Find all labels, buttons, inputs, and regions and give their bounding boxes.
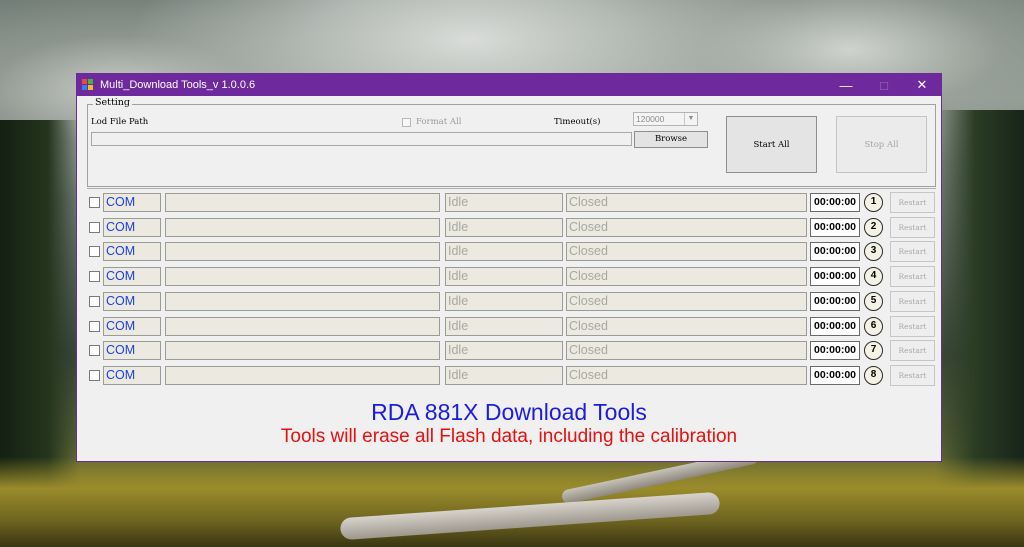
progress-bar [165,217,440,237]
status-field: Closed [566,193,807,212]
port-checkbox[interactable] [89,271,100,283]
elapsed-time: 00:00:00 [810,316,860,336]
status-field: Closed [566,217,807,237]
window-title: Multi_Download Tools_v 1.0.0.6 [100,79,256,91]
com-port-field: COM [103,193,161,212]
port-row: COM Idle Closed 00:00:00 2 Restart [89,216,937,238]
elapsed-time: 00:00:00 [810,341,860,361]
progress-bar [165,341,440,361]
state-field: Idle [445,242,563,262]
restart-button[interactable]: Restart [890,192,935,213]
app-icon [82,79,94,91]
port-row: COM Idle Closed 00:00:00 7 Restart [89,340,937,362]
port-checkbox[interactable] [89,246,100,258]
port-checkbox[interactable] [89,197,100,208]
com-port-field: COM [103,267,161,287]
com-port-field: COM [103,316,161,336]
elapsed-time: 00:00:00 [810,267,860,287]
port-number-badge: 3 [864,242,883,262]
elapsed-time: 00:00:00 [810,291,860,311]
port-checkbox[interactable] [89,369,100,381]
timeout-label: Timeout(s) [554,117,601,127]
setting-group-label: Setting [93,97,133,108]
lod-file-path-label: Lod File Path [91,117,149,127]
lod-path-input[interactable] [91,132,632,146]
port-checkbox[interactable] [89,345,100,357]
progress-bar [165,316,440,336]
state-field: Idle [445,316,563,336]
com-port-field: COM [103,365,161,385]
port-row: COM Idle Closed 00:00:00 6 Restart [89,315,937,337]
background-grass [0,457,1024,547]
elapsed-time: 00:00:00 [810,193,860,212]
port-number-badge: 4 [864,267,883,287]
restart-button[interactable]: Restart [890,216,935,238]
start-all-button[interactable]: Start All [726,116,817,173]
timeout-select[interactable]: 120000 ▼ [633,112,698,126]
restart-button[interactable]: Restart [890,290,935,312]
state-field: Idle [445,267,563,287]
state-field: Idle [445,217,563,237]
com-port-field: COM [103,341,161,361]
status-field: Closed [566,267,807,287]
port-checkbox[interactable] [89,295,100,307]
footer-title: RDA 881X Download Tools [371,399,647,425]
progress-bar [165,365,440,385]
elapsed-time: 00:00:00 [810,242,860,262]
port-number-badge: 5 [864,291,883,311]
status-field: Closed [566,341,807,361]
restart-button[interactable]: Restart [890,266,935,288]
progress-bar [165,242,440,262]
maximize-button[interactable]: □ [865,74,903,96]
port-row: COM Idle Closed 00:00:00 5 Restart [89,290,937,312]
stop-all-button[interactable]: Stop All [836,116,927,173]
progress-bar [165,267,440,287]
title-bar[interactable]: Multi_Download Tools_v 1.0.0.6 — □ ✕ [77,74,941,96]
port-row: COM Idle Closed 00:00:00 3 Restart [89,241,937,263]
minimize-button[interactable]: — [827,74,865,96]
elapsed-time: 00:00:00 [810,365,860,385]
state-field: Idle [445,193,563,212]
format-all-label: Format All [416,117,462,127]
port-checkbox[interactable] [89,320,100,332]
port-number-badge: 6 [864,316,883,336]
chevron-down-icon[interactable]: ▼ [684,113,697,125]
restart-button[interactable]: Restart [890,315,935,337]
port-number-badge: 7 [864,341,883,361]
port-number-badge: 1 [864,193,883,212]
port-row: COM Idle Closed 00:00:00 1 Restart [89,192,937,213]
progress-bar [165,291,440,311]
status-field: Closed [566,242,807,262]
com-port-field: COM [103,217,161,237]
setting-group: Setting Lod File Path Format All Timeout… [87,97,936,187]
app-window: Multi_Download Tools_v 1.0.0.6 — □ ✕ Set… [76,73,942,462]
close-button[interactable]: ✕ [903,74,941,96]
state-field: Idle [445,291,563,311]
port-row: COM Idle Closed 00:00:00 8 Restart [89,364,937,386]
timeout-value: 120000 [636,114,665,124]
footer-warning: Tools will erase all Flash data, includi… [280,426,738,447]
port-checkbox[interactable] [89,221,100,233]
restart-button[interactable]: Restart [890,340,935,362]
com-port-field: COM [103,242,161,262]
format-all-checkbox[interactable]: Format All [402,117,461,127]
status-field: Closed [566,316,807,336]
browse-button[interactable]: Browse [634,131,708,148]
port-number-badge: 2 [864,217,883,237]
state-field: Idle [445,365,563,385]
com-port-field: COM [103,291,161,311]
state-field: Idle [445,341,563,361]
restart-button[interactable]: Restart [890,364,935,386]
progress-bar [165,193,440,212]
restart-button[interactable]: Restart [890,241,935,263]
elapsed-time: 00:00:00 [810,217,860,237]
format-all-check-box[interactable] [402,117,411,127]
status-field: Closed [566,291,807,311]
status-field: Closed [566,365,807,385]
port-number-badge: 8 [864,365,883,385]
port-row: COM Idle Closed 00:00:00 4 Restart [89,266,937,288]
divider [87,188,936,189]
